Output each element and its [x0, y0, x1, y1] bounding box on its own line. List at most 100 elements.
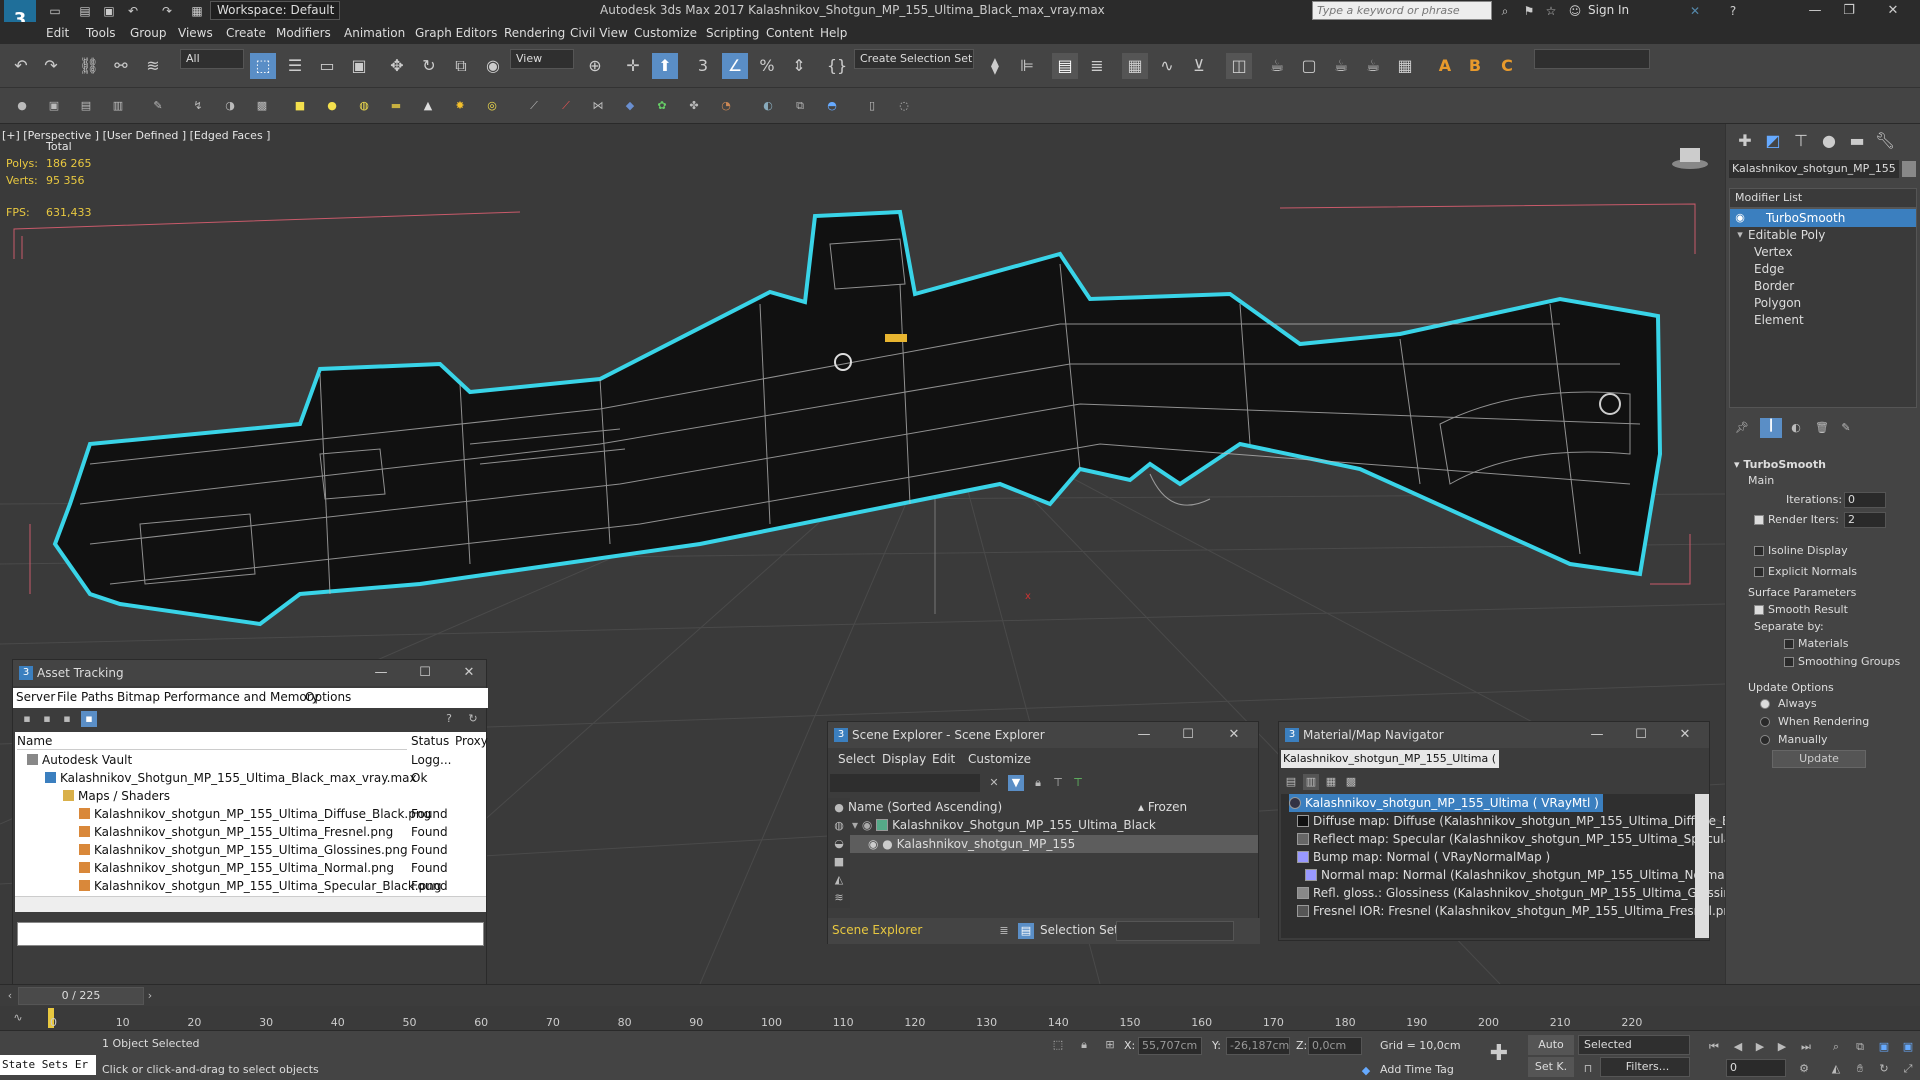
configure-sets-icon[interactable]: ✎ — [1838, 420, 1854, 436]
layer-icon[interactable]: ⊤ — [1070, 775, 1086, 791]
toolbar-icon-7[interactable]: ◑ — [222, 98, 238, 114]
explicit-normals-checkbox[interactable] — [1754, 567, 1764, 577]
modifier-list-dropdown[interactable]: Modifier List — [1729, 188, 1917, 208]
go-to-end-icon[interactable]: ⏭ — [1798, 1039, 1814, 1055]
menu-options[interactable]: Options — [305, 690, 351, 710]
minimize-icon[interactable]: — — [369, 664, 393, 682]
when-rendering-radio[interactable] — [1760, 717, 1770, 727]
spinner-snap-icon[interactable]: ⇕ — [786, 53, 812, 79]
zoom-icon[interactable]: ⌕ — [1828, 1039, 1844, 1055]
torus-icon[interactable]: ◎ — [484, 98, 500, 114]
menu-display[interactable]: Display — [882, 752, 926, 772]
zoom-extents-all-icon[interactable]: ▣ — [1900, 1039, 1916, 1055]
cylinder-icon[interactable]: ▬ — [388, 98, 404, 114]
hierarchy-icon[interactable]: ⊤ — [1050, 775, 1066, 791]
close-icon[interactable]: ✕ — [1222, 726, 1246, 744]
shape-filter-icon[interactable]: ◍ — [831, 818, 847, 834]
time-slider[interactable]: 0 / 225 — [18, 987, 144, 1005]
place-icon[interactable]: ◉ — [480, 53, 506, 79]
material-name-field[interactable]: Kalashnikov_shotgun_MP_155_Ultima ( VRay… — [1281, 750, 1499, 768]
refresh-icon[interactable]: ↻ — [465, 711, 481, 727]
search-input[interactable]: Type a keyword or phrase — [1312, 1, 1492, 20]
text-tool-a-icon[interactable]: A — [1432, 53, 1458, 79]
maximize-icon[interactable]: ☐ — [413, 664, 437, 682]
render-iters-spinner[interactable]: 2 — [1844, 512, 1886, 528]
workspace-set-dropdown[interactable] — [1534, 49, 1650, 69]
material-editor-icon[interactable]: ◫ — [1226, 53, 1252, 79]
list-item[interactable]: Kalashnikov_shotgun_MP_155_Ultima_Specul… — [79, 877, 441, 895]
menu-file[interactable]: File — [57, 690, 77, 710]
list-item[interactable]: Maps / Shaders — [63, 787, 170, 805]
text-tool-b-icon[interactable]: B — [1462, 53, 1488, 79]
menu-edit[interactable]: Edit — [932, 752, 955, 772]
hierarchy-tab-icon[interactable]: ⊤ — [1788, 128, 1814, 154]
curve-icon[interactable]: ∿ — [10, 1010, 26, 1026]
undo-icon[interactable]: ↶ — [8, 53, 34, 79]
edit-named-selection-icon[interactable]: {} — [824, 53, 850, 79]
rotate-icon[interactable]: ↻ — [416, 53, 442, 79]
turbosmooth-rollout-title[interactable]: ▾ TurboSmooth — [1734, 458, 1826, 471]
stack-item-edge[interactable]: Edge — [1730, 260, 1784, 278]
list-item[interactable]: Kalashnikov_Shotgun_MP_155_Ultima_Black_… — [45, 769, 417, 787]
scene-search-input[interactable] — [830, 774, 980, 792]
orbit-icon[interactable]: ↻ — [1876, 1061, 1892, 1077]
help-icon[interactable]: ? — [1724, 2, 1742, 20]
search-icon[interactable]: ⌕ — [1496, 2, 1514, 20]
curve-editor-icon[interactable]: ∿ — [1154, 53, 1180, 79]
menu-scripting[interactable]: Scripting — [706, 26, 759, 40]
undo-icon[interactable]: ↶ — [124, 2, 142, 20]
light-icon[interactable]: ✸ — [452, 98, 468, 114]
always-radio[interactable] — [1760, 699, 1770, 709]
scene-row-root[interactable]: ▾ ◉ Kalashnikov_Shotgun_MP_155_Ultima_Bl… — [852, 816, 1256, 834]
menu-modifiers[interactable]: Modifiers — [276, 26, 331, 40]
toolbar-icon-3[interactable]: ▤ — [78, 98, 94, 114]
close-icon[interactable]: ✕ — [457, 664, 481, 682]
open-file-icon[interactable]: ▤ — [76, 2, 94, 20]
minimize-icon[interactable]: — — [1132, 726, 1156, 744]
schematic-view-icon[interactable]: ⊻ — [1186, 53, 1212, 79]
save-icon[interactable]: ▣ — [100, 2, 118, 20]
expand-icon[interactable]: ▾ — [1732, 227, 1748, 243]
previous-frame-icon[interactable]: ◀ — [1730, 1039, 1746, 1055]
close-icon[interactable]: ✕ — [1878, 2, 1908, 20]
reference-coordinate-dropdown[interactable]: View — [510, 49, 574, 69]
map-row[interactable]: Diffuse map: Diffuse (Kalashnikov_shotgu… — [1297, 812, 1725, 830]
next-frame-icon[interactable]: ▶ — [1774, 1039, 1790, 1055]
update-button[interactable]: Update — [1772, 750, 1866, 768]
render-production-icon[interactable]: ☕ — [1328, 53, 1354, 79]
key-mode-dropdown[interactable]: Selected — [1578, 1035, 1690, 1055]
camera-filter-icon[interactable]: ■ — [831, 854, 847, 870]
add-keys-icon[interactable]: ✚ — [1486, 1041, 1512, 1067]
time-config-icon[interactable]: ⚙ — [1796, 1061, 1812, 1077]
filter-icon[interactable]: ▼ — [1008, 775, 1024, 791]
rectangular-selection-icon[interactable]: ▭ — [314, 53, 340, 79]
tree-view-icon[interactable]: ▪ — [81, 711, 97, 727]
menu-group[interactable]: Group — [130, 26, 167, 40]
set-key-button[interactable]: Set K. — [1528, 1057, 1574, 1077]
map-row[interactable]: Reflect map: Specular (Kalashnikov_shotg… — [1297, 830, 1725, 848]
path-field[interactable] — [17, 922, 484, 946]
unlink-icon[interactable]: ⚯ — [108, 53, 134, 79]
vertical-scrollbar[interactable] — [1695, 794, 1709, 938]
bind-space-warp-icon[interactable]: ≋ — [140, 53, 166, 79]
helper-filter-icon[interactable]: ◭ — [831, 872, 847, 888]
render-iterative-icon[interactable]: ☕ — [1360, 53, 1386, 79]
utilities-tab-icon[interactable]: 🔧︎ — [1872, 128, 1898, 154]
remove-modifier-icon[interactable]: 🗑︎ — [1814, 420, 1830, 436]
rendered-frame-window-icon[interactable]: ▢ — [1296, 53, 1322, 79]
scale-icon[interactable]: ⧉ — [448, 53, 474, 79]
text-tool-c-icon[interactable]: C — [1494, 53, 1520, 79]
auto-key-button[interactable]: Auto — [1528, 1035, 1574, 1055]
selection-filter-dropdown[interactable]: All — [180, 49, 244, 69]
toolbar-icon-20[interactable]: ◌ — [896, 98, 912, 114]
object-name-field[interactable]: Kalashnikov_shotgun_MP_155 — [1729, 160, 1899, 178]
geometry-filter-icon[interactable]: ● — [831, 800, 847, 816]
iterations-spinner[interactable]: 0 — [1844, 492, 1886, 508]
absolute-mode-icon[interactable]: ⊞ — [1102, 1037, 1118, 1053]
add-time-tag[interactable]: Add Time Tag — [1380, 1063, 1454, 1076]
manually-radio[interactable] — [1760, 735, 1770, 745]
key-filters-button[interactable]: Filters... — [1600, 1057, 1690, 1077]
clear-icon[interactable]: ✕ — [986, 775, 1002, 791]
display-tab-icon[interactable]: ▬ — [1844, 128, 1870, 154]
list-item[interactable]: Kalashnikov_shotgun_MP_155_Ultima_Glossi… — [79, 841, 408, 859]
